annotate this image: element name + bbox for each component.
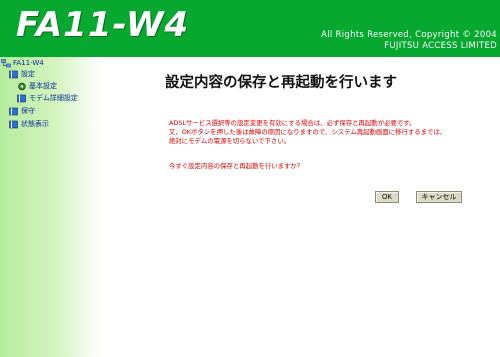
sidebar-item-basic-settings[interactable]: 基本設定 [17, 81, 57, 91]
sidebar-item-settings-label: 設定 [21, 70, 35, 78]
sidebar-item-settings[interactable]: 設定 [9, 69, 35, 79]
tree-root-fa11-w4[interactable]: FA11-W4 [1, 58, 44, 68]
sidebar-item-maintenance[interactable]: 保守 [9, 106, 35, 116]
header-banner: FA11-W4 All Rights Reserved, Copyright ©… [0, 0, 500, 57]
sidebar-item-modem-advanced[interactable]: モデム詳細設定 [17, 93, 78, 103]
warning-line-1: ADSLサービス選択等の設定変更を有効にする場合は、必ず保存と再起動が必要です。 [169, 119, 416, 127]
sidebar-item-modem-advanced-label: モデム詳細設定 [29, 94, 78, 102]
book-icon [9, 120, 19, 129]
sidebar-item-basic-settings-label: 基本設定 [29, 82, 57, 90]
gear-icon [17, 82, 27, 91]
warning-line-3: 絶対にモデムの電源を切らないで下さい。 [169, 137, 291, 145]
sidebar-item-status[interactable]: 状態表示 [9, 119, 49, 129]
book-icon [9, 107, 19, 116]
warning-message: ADSLサービス選択等の設定変更を有効にする場合は、必ず保存と再起動が必要です。… [169, 119, 499, 146]
ok-button[interactable]: OK [375, 191, 399, 203]
cancel-button[interactable]: キャンセル [416, 191, 462, 203]
copyright-notice: All Rights Reserved, Copyright © 2004 FU… [321, 30, 497, 52]
book-icon [9, 70, 19, 79]
page-title: 設定内容の保存と再起動を行います [165, 75, 397, 91]
product-logo: FA11-W4 [16, 5, 190, 45]
copyright-line-2: FUJITSU ACCESS LIMITED [384, 41, 497, 51]
sidebar: FA11-W4 設定 基本設定 モデム詳細設定 保守 状態表示 [0, 57, 102, 357]
sidebar-item-maintenance-label: 保守 [21, 107, 35, 115]
sidebar-item-status-label: 状態表示 [21, 120, 49, 128]
confirm-question: 今すぐ設定内容の保存と再起動を行いますか？ [169, 162, 304, 170]
book-icon [17, 94, 27, 103]
warning-line-2: 又、OKボタンを押した後は故障の原因になりますので、システム再起動画面に移行する… [169, 128, 447, 136]
network-icon [1, 58, 11, 68]
copyright-line-1: All Rights Reserved, Copyright © 2004 [321, 30, 497, 40]
tree-root-label: FA11-W4 [13, 59, 44, 67]
main-content: 設定内容の保存と再起動を行います ADSLサービス選択等の設定変更を有効にする場… [102, 57, 500, 357]
